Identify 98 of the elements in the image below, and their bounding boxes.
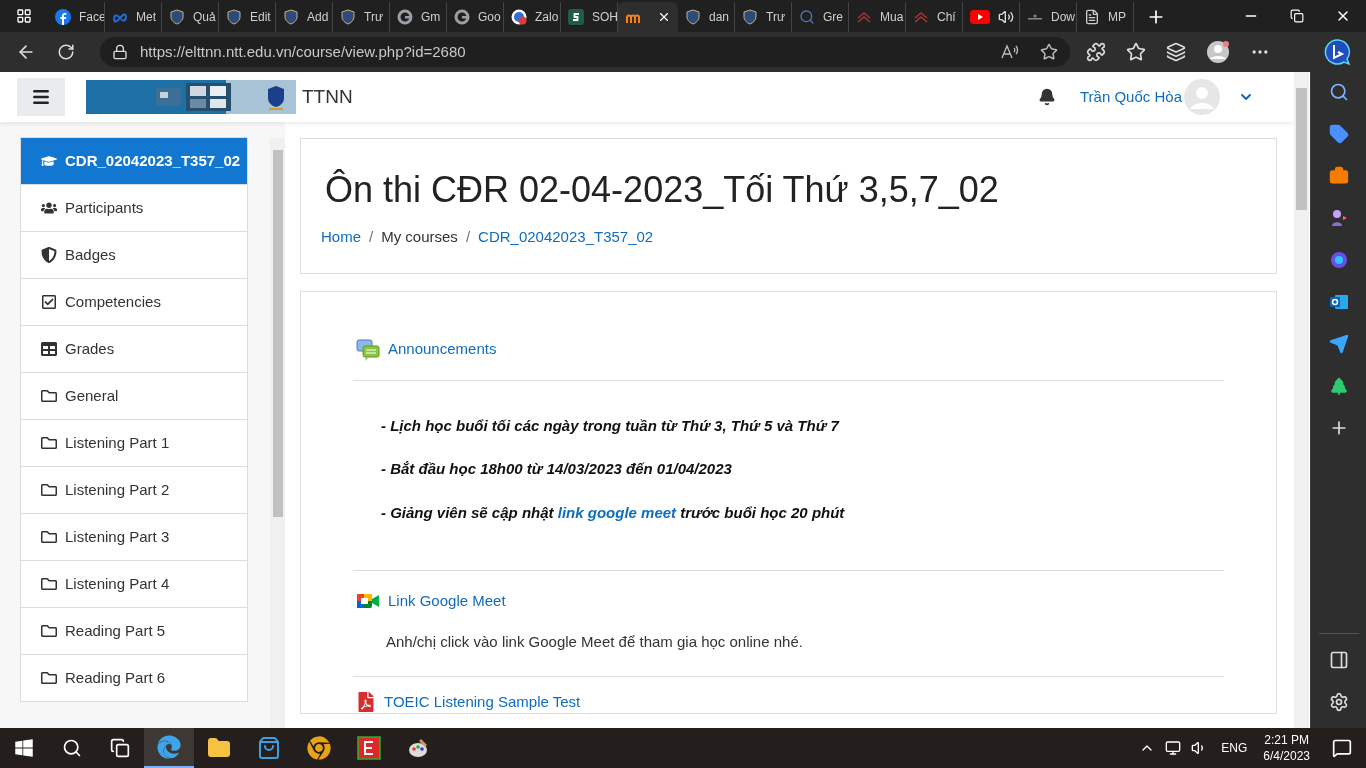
tag-icon[interactable] (1328, 124, 1349, 144)
breadcrumb-link[interactable]: Home (321, 226, 361, 249)
shield-logo-icon (226, 9, 242, 25)
mail-logo-icon[interactable] (1328, 292, 1349, 312)
favorites-icon[interactable] (1126, 42, 1146, 62)
announcement-text: - Lịch học buổi tối các ngày trong tuần từ Thứ 3, Thứ 5 và Thứ 7 (381, 415, 841, 436)
shield-logo-icon (169, 9, 185, 25)
network-icon[interactable] (1165, 740, 1182, 756)
clock[interactable]: 2:21 PM 6/4/2023 (1255, 732, 1318, 764)
tab-actions-icon[interactable] (16, 8, 32, 24)
breadcrumb-item: My courses (381, 227, 458, 247)
course-nav-item[interactable]: CDR_02042023_T357_02 (20, 137, 248, 185)
restore-icon[interactable] (1290, 9, 1304, 23)
course-nav-item[interactable]: Listening Part 2 (20, 466, 248, 514)
folder-icon (41, 388, 57, 404)
course-nav-item[interactable]: Reading Part 5 (20, 607, 248, 655)
settings-icon[interactable] (1328, 692, 1349, 712)
tree-icon[interactable] (1328, 376, 1349, 396)
google-logo-icon (454, 9, 470, 25)
table-icon (41, 341, 57, 357)
circle-logo-icon[interactable] (1328, 250, 1349, 270)
refresh-icon[interactable] (57, 43, 75, 61)
profile-avatar-icon[interactable] (1206, 40, 1230, 64)
add-favorite-icon[interactable] (1040, 43, 1058, 61)
chevrons-logo-icon (913, 9, 929, 25)
course-nav-item[interactable]: Listening Part 3 (20, 513, 248, 561)
chat-bubbles-icon (356, 337, 380, 362)
app-logo-icon (357, 736, 381, 760)
notifications-icon[interactable] (1332, 738, 1352, 758)
user-name[interactable]: Trần Quốc Hòa (1080, 85, 1182, 109)
google-logo-icon (397, 9, 413, 25)
notification-bell-icon[interactable] (1038, 88, 1056, 106)
course-nav-item[interactable]: Badges (20, 231, 248, 279)
course-nav-item[interactable]: General (20, 372, 248, 420)
extensions-icon[interactable] (1086, 42, 1106, 62)
activity-link[interactable]: TOEIC Listening Sample Test (384, 690, 581, 713)
course-nav-item[interactable]: Listening Part 1 (20, 419, 248, 467)
activity-link[interactable]: Link Google Meet (388, 589, 506, 613)
url-text: https://elttnn.ntt.edu.vn/course/view.php?id=2680 (140, 41, 466, 62)
folder-icon (41, 482, 57, 498)
activity-description: Anh/chị click vào link Google Meet để tham gia học online nhé. (385, 632, 804, 652)
search-icon[interactable] (1328, 82, 1349, 102)
course-nav-item[interactable]: Grades (20, 325, 248, 373)
address-bar[interactable]: https://elttnn.ntt.edu.vn/course/view.php?id=2680 (100, 37, 1070, 67)
announcement-text: - Bắt đầu học 18h00 từ 14/03/2023 đến 01/04/2023 (381, 459, 733, 479)
activity-link[interactable]: Announcements (388, 338, 497, 361)
circle-logo-icon (55, 9, 71, 25)
shield-logo-icon (340, 9, 356, 25)
chrome-logo-icon (307, 736, 331, 760)
pdf-file-icon (356, 691, 376, 712)
chat-logo-icon[interactable] (1324, 38, 1352, 66)
shield-logo-icon (685, 9, 701, 25)
collections-icon[interactable] (1166, 42, 1186, 62)
folder-icon (41, 435, 57, 451)
search-icon (799, 9, 815, 25)
course-nav-item[interactable]: Participants (20, 184, 248, 232)
course-nav-item[interactable]: Reading Part 6 (20, 654, 248, 702)
breadcrumb-separator: / (369, 227, 374, 247)
users-icon (41, 200, 57, 216)
folder-icon (41, 576, 57, 592)
search-icon[interactable] (62, 738, 82, 758)
browser-logo-icon (157, 735, 181, 759)
task-view-icon[interactable] (110, 738, 130, 758)
close-tab-icon[interactable] (657, 10, 671, 24)
shopping-bag-icon (257, 736, 281, 760)
chevrons-logo-icon (856, 9, 872, 25)
send-icon[interactable] (1328, 334, 1349, 354)
square-logo-icon (568, 9, 584, 25)
shield-logo-icon (283, 9, 299, 25)
input-language[interactable]: ENG (1221, 739, 1248, 757)
breadcrumb-link[interactable]: CDR_02042023_T357_02 (478, 226, 654, 249)
folder-icon (41, 623, 57, 639)
page-icon (1084, 9, 1100, 25)
page-scrollbar[interactable] (1294, 72, 1309, 728)
hide-sidebar-icon[interactable] (1328, 650, 1349, 670)
site-name[interactable]: TTNN (302, 82, 353, 112)
folder-icon (207, 736, 231, 760)
windows-logo-icon[interactable] (14, 738, 34, 758)
announcement-text: - Giảng viên sẽ cập nhật link google meet trước buổi học 20 phút (381, 502, 846, 523)
browser-tab[interactable] (618, 2, 678, 32)
menu-button[interactable] (17, 78, 65, 116)
course-nav-item[interactable]: Competencies (20, 278, 248, 326)
meet-link[interactable]: link google meet (557, 503, 677, 521)
course-title: Ôn thi CĐR 02-04-2023_Tối Thứ 3,5,7_02 (324, 168, 1000, 212)
folder-icon (41, 670, 57, 686)
checkbox-icon (41, 294, 57, 310)
speaker-icon[interactable] (998, 9, 1014, 25)
breadcrumb-separator: / (465, 227, 471, 247)
lock-icon (112, 44, 128, 60)
briefcase-icon[interactable] (1328, 166, 1349, 186)
shield-logo-icon (742, 9, 758, 25)
graduation-cap-icon (41, 153, 57, 169)
course-nav-item[interactable]: Listening Part 4 (20, 560, 248, 608)
drawer-scrollbar[interactable] (270, 138, 285, 728)
folder-icon (41, 529, 57, 545)
shield-icon (41, 247, 57, 263)
menu-icon[interactable] (31, 87, 51, 107)
calendar-badge-icon (511, 9, 527, 25)
